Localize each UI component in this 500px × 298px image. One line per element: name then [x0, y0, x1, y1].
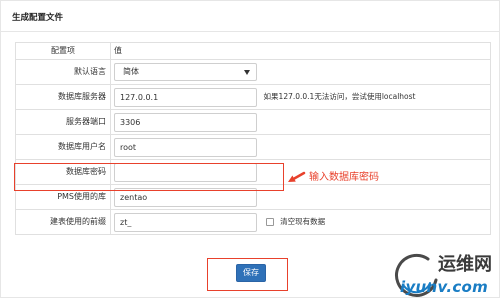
- title-divider: [0, 31, 500, 32]
- language-select[interactable]: 简体: [114, 63, 257, 81]
- table-prefix-value-cell: 清空现有数据: [110, 209, 491, 235]
- table-prefix-input[interactable]: [114, 212, 257, 232]
- save-button[interactable]: 保存: [236, 264, 266, 282]
- config-table: 配置项 值 默认语言 简体 数据库服务器 如果127.0.0.1无法访问，尝试使…: [15, 42, 491, 235]
- language-value-cell: 简体: [110, 59, 491, 85]
- watermark-domain: iyunv.com: [400, 278, 489, 296]
- db-password-label: 数据库密码: [15, 159, 111, 185]
- clear-data-checkbox[interactable]: [265, 218, 274, 226]
- table-header-row: 配置项 值: [15, 42, 491, 60]
- annotation-text: 输入数据库密码: [309, 172, 379, 183]
- language-label: 默认语言: [15, 59, 111, 85]
- db-host-value-cell: 如果127.0.0.1无法访问，尝试使用localhost: [110, 84, 491, 110]
- db-password-input[interactable]: [114, 162, 257, 182]
- config-row-db-user: 数据库用户名: [15, 134, 491, 160]
- db-name-label: PMS使用的库: [15, 184, 111, 210]
- watermark-logo: 运维网 iyunv.com: [392, 250, 500, 298]
- caret-down-icon: [244, 70, 250, 75]
- config-row-table-prefix: 建表使用的前缀 清空现有数据: [15, 209, 491, 235]
- db-host-label: 数据库服务器: [15, 84, 111, 110]
- db-name-value-cell: [110, 184, 491, 210]
- db-user-label: 数据库用户名: [15, 134, 111, 160]
- config-row-db-port: 服务器端口: [15, 109, 491, 135]
- db-host-input[interactable]: [114, 87, 257, 107]
- config-row-db-password: 数据库密码: [15, 159, 491, 185]
- db-port-value-cell: [110, 109, 491, 135]
- db-port-label: 服务器端口: [15, 109, 111, 135]
- config-row-db-host: 数据库服务器 如果127.0.0.1无法访问，尝试使用localhost: [15, 84, 491, 110]
- db-port-input[interactable]: [114, 112, 257, 132]
- header-value: 值: [110, 42, 491, 60]
- language-select-value: 简体: [123, 67, 139, 76]
- watermark-name: 运维网: [438, 254, 492, 275]
- config-row-db-name: PMS使用的库: [15, 184, 491, 210]
- db-user-value-cell: [110, 134, 491, 160]
- db-host-hint: 如果127.0.0.1无法访问，尝试使用localhost: [263, 92, 416, 101]
- db-name-input[interactable]: [114, 187, 257, 207]
- header-item: 配置项: [15, 42, 111, 60]
- config-row-language: 默认语言 简体: [15, 59, 491, 85]
- arrow-left-icon: [288, 171, 306, 182]
- panel-title: 生成配置文件: [12, 13, 64, 23]
- clear-data-label[interactable]: 清空现有数据: [280, 217, 325, 226]
- db-user-input[interactable]: [114, 137, 257, 157]
- table-prefix-label: 建表使用的前缀: [15, 209, 111, 235]
